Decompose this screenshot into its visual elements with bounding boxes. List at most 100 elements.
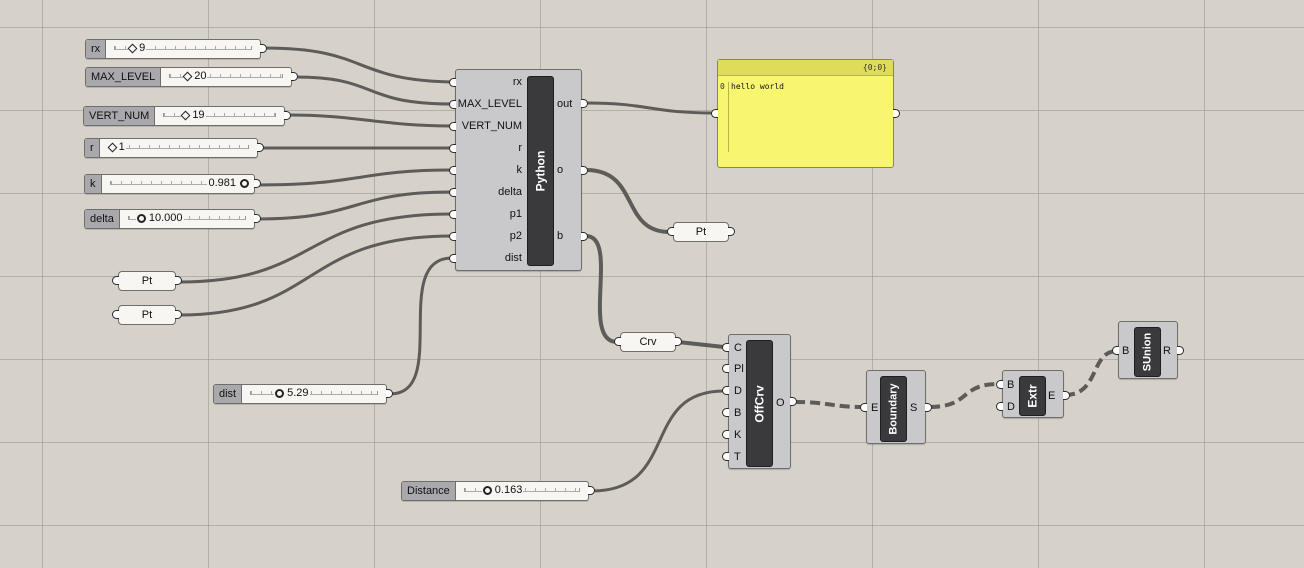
slider-track[interactable]: 19 — [155, 107, 284, 125]
slider-label: delta — [85, 210, 120, 228]
panel-text: hello world — [731, 82, 784, 91]
slider-distance[interactable]: Distance 0.163 — [401, 481, 589, 501]
component-name: SUnion — [1141, 332, 1154, 372]
slider-knob[interactable]: 10.000 — [135, 212, 184, 224]
slider-vert-num[interactable]: VERT_NUM 19 — [83, 106, 285, 126]
sunion-core[interactable]: SUnion — [1134, 327, 1161, 377]
curve-param[interactable]: Crv — [620, 332, 676, 352]
slider-delta[interactable]: delta 10.000 — [84, 209, 255, 229]
boundary-input-grip[interactable] — [860, 403, 867, 412]
slider-knob[interactable]: 20 — [182, 70, 208, 82]
offcrv-input-grip[interactable] — [722, 408, 729, 417]
slider-track[interactable]: 0.163 — [456, 482, 588, 500]
wire-dist — [389, 256, 453, 396]
offcrv-input-grip[interactable] — [722, 364, 729, 373]
slider-value: 9 — [139, 42, 146, 54]
point-param-output[interactable]: Pt — [673, 222, 729, 242]
offcrv-input-grip[interactable] — [722, 386, 729, 395]
offcrv-input-grip[interactable] — [722, 452, 729, 461]
sunion-input-grip[interactable] — [1112, 346, 1119, 355]
slider-label: Distance — [402, 482, 456, 500]
wire-e-sunion — [1064, 349, 1118, 397]
point-param[interactable]: Pt — [118, 271, 176, 291]
input-delta: delta — [498, 186, 522, 198]
slider-knob[interactable]: 5.29 — [274, 387, 310, 399]
wire-vert-num — [287, 113, 453, 128]
slider-track[interactable]: 9 — [106, 40, 260, 58]
offcrv-core[interactable]: OffCrv — [746, 340, 773, 467]
offcrv-input-grip[interactable] — [722, 343, 729, 352]
slider-track[interactable]: 5.29 — [242, 385, 386, 403]
slider-rx[interactable]: rx 9 — [85, 39, 261, 59]
python-input-grip[interactable] — [449, 144, 456, 153]
slider-knob[interactable]: 0.981 — [207, 177, 250, 189]
python-component-core[interactable]: Python — [527, 76, 554, 266]
offset-curve-component[interactable]: OffCrv C Pl D B K T O — [728, 334, 791, 469]
python-input-grip[interactable] — [449, 254, 456, 263]
slider-label: rx — [86, 40, 107, 58]
component-name: Extr — [1025, 384, 1040, 408]
slider-knob[interactable]: 1 — [107, 141, 126, 153]
boundary-core[interactable]: Boundary — [880, 376, 907, 442]
slider-label: dist — [214, 385, 243, 403]
slider-label: MAX_LEVEL — [86, 68, 162, 86]
output-e: E — [1048, 390, 1056, 402]
param-input-grip[interactable] — [112, 276, 119, 285]
input-k: K — [734, 429, 742, 441]
python-input-grip[interactable] — [449, 188, 456, 197]
slider-track[interactable]: 20 — [161, 68, 291, 86]
panel-input-grip[interactable] — [711, 109, 718, 118]
wire-pt-p2 — [178, 234, 453, 317]
param-input-grip[interactable] — [667, 227, 674, 236]
python-input-grip[interactable] — [449, 166, 456, 175]
python-input-grip[interactable] — [449, 122, 456, 131]
offcrv-input-grip[interactable] — [722, 430, 729, 439]
input-b: B — [1007, 379, 1015, 391]
output-out: out — [557, 98, 573, 110]
extr-input-grip[interactable] — [996, 402, 1003, 411]
text-panel[interactable]: {0;0} 0 hello world — [717, 59, 894, 168]
python-input-grip[interactable] — [449, 78, 456, 87]
slider-max-level[interactable]: MAX_LEVEL 20 — [85, 67, 292, 87]
slider-track[interactable]: 1 — [100, 139, 257, 157]
param-input-grip[interactable] — [614, 337, 621, 346]
output-o: o — [557, 164, 564, 176]
param-input-grip[interactable] — [112, 310, 119, 319]
slider-value: 5.29 — [287, 387, 309, 399]
component-name: Boundary — [887, 383, 900, 435]
extr-core[interactable]: Extr — [1019, 376, 1046, 416]
slider-knob[interactable]: 19 — [180, 109, 206, 121]
wire-s-extr — [929, 382, 999, 409]
input-k: k — [516, 164, 523, 176]
slider-knob[interactable]: 9 — [127, 42, 147, 54]
point-param[interactable]: Pt — [118, 305, 176, 325]
slider-knob[interactable]: 0.163 — [481, 484, 524, 496]
python-input-grip[interactable] — [449, 210, 456, 219]
input-p2: p2 — [509, 230, 522, 242]
output-o: O — [776, 397, 785, 409]
extrude-component[interactable]: Extr B D E — [1002, 370, 1064, 418]
input-b: B — [734, 407, 742, 419]
boundary-component[interactable]: Boundary E S — [866, 370, 926, 444]
component-name: Python — [533, 150, 548, 192]
panel-index: 0 — [718, 82, 729, 152]
solid-union-component[interactable]: SUnion B R — [1118, 321, 1178, 379]
extr-input-grip[interactable] — [996, 380, 1003, 389]
python-component[interactable]: Python rx MAX_LEVEL VERT_NUM r k delta p… — [455, 69, 582, 271]
python-input-grip[interactable] — [449, 232, 456, 241]
slider-dist[interactable]: dist 5.29 — [213, 384, 387, 404]
wire-out-panel — [585, 101, 715, 115]
input-e: E — [871, 402, 879, 414]
slider-track[interactable]: 0.981 — [102, 175, 255, 193]
input-max-level: MAX_LEVEL — [457, 98, 522, 110]
panel-row: 0 hello world — [718, 82, 893, 152]
slider-track[interactable]: 10.000 — [120, 210, 254, 228]
input-t: T — [734, 451, 741, 463]
output-b: b — [557, 230, 564, 242]
wire-k — [257, 168, 453, 187]
input-d: D — [1007, 401, 1015, 413]
python-input-grip[interactable] — [449, 100, 456, 109]
input-rx: rx — [512, 76, 522, 88]
slider-r[interactable]: r 1 — [84, 138, 258, 158]
slider-k[interactable]: k 0.981 — [84, 174, 255, 194]
